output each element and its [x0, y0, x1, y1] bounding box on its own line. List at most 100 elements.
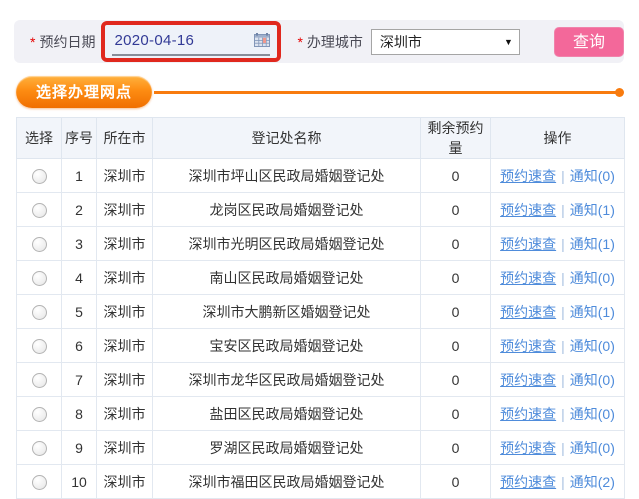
table-row: 1 深圳市 深圳市坪山区民政局婚姻登记处 0 预约速查|通知(0): [17, 159, 625, 193]
quick-check-link[interactable]: 预约速查: [500, 270, 556, 286]
row-office-name: 宝安区民政局婚姻登记处: [153, 329, 421, 363]
link-separator: |: [561, 270, 565, 286]
select-radio[interactable]: [32, 237, 47, 252]
row-city: 深圳市: [97, 193, 153, 227]
row-city: 深圳市: [97, 431, 153, 465]
row-remaining-count: 0: [421, 227, 491, 261]
link-separator: |: [561, 440, 565, 456]
date-field-group: * 预约日期 2020-04-16: [30, 21, 281, 62]
row-index: 2: [62, 193, 97, 227]
link-separator: |: [561, 168, 565, 184]
row-office-name: 深圳市坪山区民政局婚姻登记处: [153, 159, 421, 193]
section-title-ribbon: 选择办理网点: [16, 76, 152, 108]
select-radio[interactable]: [32, 475, 47, 490]
quick-check-link[interactable]: 预约速查: [500, 440, 556, 456]
row-index: 6: [62, 329, 97, 363]
link-separator: |: [561, 236, 565, 252]
row-remaining-count: 0: [421, 159, 491, 193]
row-remaining-count: 0: [421, 465, 491, 499]
table-row: 7 深圳市 深圳市龙华区民政局婚姻登记处 0 预约速查|通知(0): [17, 363, 625, 397]
annotation-highlight-box: 2020-04-16: [101, 21, 281, 62]
notice-link[interactable]: 通知(0): [570, 406, 615, 422]
city-field-group: * 办理城市 深圳市 ▼: [297, 29, 519, 55]
row-office-name: 南山区民政局婚姻登记处: [153, 261, 421, 295]
link-separator: |: [561, 406, 565, 422]
header-remaining: 剩余预约量: [421, 118, 491, 159]
header-actions: 操作: [491, 118, 625, 159]
calendar-icon[interactable]: [254, 33, 270, 47]
date-label: 预约日期: [39, 32, 95, 52]
select-radio[interactable]: [32, 441, 47, 456]
row-index: 10: [62, 465, 97, 499]
row-remaining-count: 0: [421, 397, 491, 431]
select-radio[interactable]: [32, 271, 47, 286]
chevron-down-icon: ▼: [504, 37, 513, 47]
quick-check-link[interactable]: 预约速查: [500, 202, 556, 218]
date-input[interactable]: 2020-04-16: [112, 28, 270, 56]
select-radio[interactable]: [32, 339, 47, 354]
table-row: 10 深圳市 深圳市福田区民政局婚姻登记处 0 预约速查|通知(2): [17, 465, 625, 499]
row-index: 4: [62, 261, 97, 295]
row-office-name: 盐田区民政局婚姻登记处: [153, 397, 421, 431]
row-remaining-count: 0: [421, 295, 491, 329]
row-city: 深圳市: [97, 227, 153, 261]
row-city: 深圳市: [97, 397, 153, 431]
quick-check-link[interactable]: 预约速查: [500, 168, 556, 184]
query-button[interactable]: 查询: [554, 27, 624, 57]
link-separator: |: [561, 202, 565, 218]
query-form-bar: * 预约日期 2020-04-16 * 办: [14, 20, 624, 63]
row-index: 9: [62, 431, 97, 465]
row-city: 深圳市: [97, 465, 153, 499]
row-city: 深圳市: [97, 159, 153, 193]
notice-link[interactable]: 通知(1): [570, 202, 615, 218]
section-header: 选择办理网点: [16, 78, 624, 106]
quick-check-link[interactable]: 预约速查: [500, 304, 556, 320]
row-index: 5: [62, 295, 97, 329]
city-select[interactable]: 深圳市 ▼: [371, 29, 520, 55]
notice-link[interactable]: 通知(0): [570, 338, 615, 354]
notice-link[interactable]: 通知(1): [570, 236, 615, 252]
header-select: 选择: [17, 118, 62, 159]
row-office-name: 罗湖区民政局婚姻登记处: [153, 431, 421, 465]
city-selected-value: 深圳市: [380, 32, 422, 52]
row-index: 3: [62, 227, 97, 261]
notice-link[interactable]: 通知(1): [570, 304, 615, 320]
select-radio[interactable]: [32, 203, 47, 218]
row-remaining-count: 0: [421, 431, 491, 465]
link-separator: |: [561, 304, 565, 320]
section-divider-dot: [615, 88, 624, 97]
quick-check-link[interactable]: 预约速查: [500, 236, 556, 252]
link-separator: |: [561, 372, 565, 388]
notice-link[interactable]: 通知(0): [570, 372, 615, 388]
table-row: 3 深圳市 深圳市光明区民政局婚姻登记处 0 预约速查|通知(1): [17, 227, 625, 261]
row-index: 7: [62, 363, 97, 397]
row-city: 深圳市: [97, 261, 153, 295]
date-value: 2020-04-16: [112, 32, 194, 49]
header-office-name: 登记处名称: [153, 118, 421, 159]
row-office-name: 深圳市龙华区民政局婚姻登记处: [153, 363, 421, 397]
section-divider-line: [154, 91, 616, 94]
required-marker: *: [30, 34, 35, 50]
table-row: 6 深圳市 宝安区民政局婚姻登记处 0 预约速查|通知(0): [17, 329, 625, 363]
quick-check-link[interactable]: 预约速查: [500, 338, 556, 354]
quick-check-link[interactable]: 预约速查: [500, 372, 556, 388]
notice-link[interactable]: 通知(0): [570, 440, 615, 456]
select-radio[interactable]: [32, 407, 47, 422]
row-remaining-count: 0: [421, 261, 491, 295]
notice-link[interactable]: 通知(0): [570, 270, 615, 286]
link-separator: |: [561, 338, 565, 354]
row-index: 8: [62, 397, 97, 431]
city-label: 办理城市: [307, 32, 363, 52]
quick-check-link[interactable]: 预约速查: [500, 406, 556, 422]
notice-link[interactable]: 通知(2): [570, 474, 615, 490]
header-city: 所在市: [97, 118, 153, 159]
header-index: 序号: [62, 118, 97, 159]
notice-link[interactable]: 通知(0): [570, 168, 615, 184]
table-row: 2 深圳市 龙岗区民政局婚姻登记处 0 预约速查|通知(1): [17, 193, 625, 227]
select-radio[interactable]: [32, 373, 47, 388]
quick-check-link[interactable]: 预约速查: [500, 474, 556, 490]
select-radio[interactable]: [32, 169, 47, 184]
row-remaining-count: 0: [421, 193, 491, 227]
link-separator: |: [561, 474, 565, 490]
select-radio[interactable]: [32, 305, 47, 320]
